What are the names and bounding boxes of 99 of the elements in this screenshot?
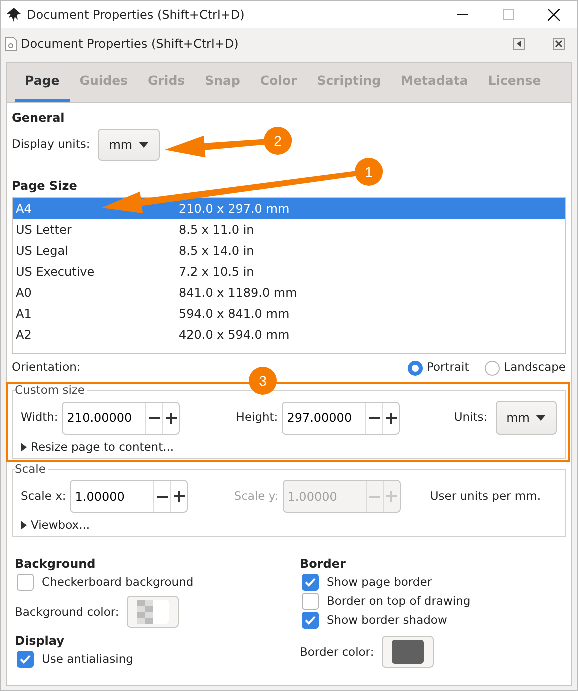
number-input[interactable]: 297.00000 — [283, 402, 366, 434]
color-swatch-icon — [392, 640, 424, 664]
minus-icon — [368, 417, 380, 419]
size-name: A1 — [16, 306, 33, 322]
size-name: A4 — [16, 200, 33, 218]
list-row[interactable]: A0 841.0 x 1189.0 mm — [13, 282, 565, 303]
checkmark-icon — [305, 578, 316, 588]
minimize-icon — [456, 14, 468, 15]
size-dimensions: 210.0 x 297.0 mm — [179, 200, 290, 218]
decrement-button[interactable] — [365, 402, 382, 434]
checkbox[interactable] — [302, 574, 319, 592]
plus-icon — [166, 412, 177, 424]
window-title: Document Properties (Shift+Ctrl+D) — [27, 6, 245, 24]
size-dimensions: 7.2 x 10.5 in — [179, 264, 254, 280]
field-label: Display units: — [12, 136, 90, 154]
checkbox[interactable] — [302, 612, 319, 630]
radio-label: Landscape — [504, 359, 566, 376]
plus-icon — [386, 412, 397, 424]
checkbox-label: Show page border — [327, 574, 432, 592]
size-name: A0 — [16, 284, 33, 302]
checkbox-label: Show border shadow — [327, 612, 448, 630]
expander-label[interactable]: Viewbox... — [31, 517, 90, 534]
expander-label[interactable]: Resize page to content... — [31, 439, 174, 456]
units-dropdown[interactable]: mm — [496, 401, 557, 435]
number-input[interactable]: 1.00000 — [71, 481, 154, 512]
number-field[interactable]: 210.00000 — [62, 402, 180, 434]
dock-icon[interactable] — [513, 38, 525, 50]
step-number-badge: 3 — [249, 367, 277, 395]
list-row[interactable]: US Letter 8.5 x 11.0 in — [13, 219, 565, 240]
size-name: US Executive — [16, 264, 96, 280]
field-label: Orientation: — [12, 359, 82, 376]
caret-icon — [536, 415, 546, 421]
field-label: Background color: — [15, 604, 120, 621]
field-label: Border color: — [300, 644, 374, 661]
step-number-badge: 1 — [355, 158, 383, 186]
radio-button[interactable] — [408, 360, 423, 376]
minus-icon — [148, 417, 160, 419]
caret-icon — [138, 142, 149, 148]
list-row[interactable]: A4 210.0 x 297.0 mm — [13, 198, 565, 219]
section-heading: General — [11, 110, 66, 127]
size-dimensions: 8.5 x 11.0 in — [179, 222, 254, 238]
close-icon — [548, 8, 560, 20]
number-field[interactable]: 297.00000 — [282, 402, 400, 434]
decrement-button[interactable] — [153, 481, 170, 512]
list-row[interactable]: A1 594.0 x 841.0 mm — [13, 303, 565, 324]
size-name: A2 — [16, 326, 33, 344]
units-note: User units per mm. — [430, 488, 541, 506]
number-input[interactable]: 210.00000 — [63, 402, 146, 434]
radio-button[interactable] — [485, 360, 500, 376]
field-label: Scale x: — [21, 488, 66, 506]
minus-icon — [156, 496, 168, 498]
section-heading: Display — [15, 633, 64, 650]
size-dimensions: 420.0 x 594.0 mm — [179, 326, 290, 344]
expander-arrow-icon — [21, 443, 27, 452]
list-row[interactable]: A2 420.0 x 594.0 mm — [13, 324, 565, 345]
radio-label: Portrait — [426, 359, 470, 376]
increment-button[interactable] — [382, 402, 400, 434]
field-label: Scale y: — [234, 488, 279, 506]
section-heading: Border — [300, 556, 346, 574]
checkmark-icon — [305, 616, 316, 626]
close-icon[interactable] — [553, 38, 565, 50]
size-dimensions: 841.0 x 1189.0 mm — [179, 284, 298, 302]
group-legend: Scale — [15, 462, 48, 476]
section-heading: Background — [15, 556, 96, 574]
checkerboard-swatch-icon — [137, 600, 170, 624]
document-icon — [5, 37, 17, 51]
checkbox[interactable] — [302, 593, 319, 610]
size-name: US Letter — [16, 222, 73, 238]
checkbox-label: Use antialiasing — [42, 651, 134, 668]
checkbox-label: Checkerboard background — [42, 574, 194, 592]
size-dimensions: 8.5 x 14.0 in — [179, 242, 254, 260]
expander-arrow-icon — [21, 521, 27, 530]
color-button[interactable] — [382, 636, 434, 668]
field-label: Units: — [454, 409, 488, 426]
size-dimensions: 594.0 x 841.0 mm — [179, 306, 290, 322]
plus-icon — [386, 491, 398, 502]
list-row[interactable]: US Executive 7.2 x 10.5 in — [13, 261, 565, 282]
color-button[interactable] — [127, 596, 180, 628]
plus-icon — [174, 491, 185, 502]
list-row[interactable]: US Legal 8.5 x 14.0 in — [13, 240, 565, 261]
section-heading: Page Size — [11, 178, 78, 195]
decrement-button[interactable] — [145, 402, 162, 434]
checkbox[interactable] — [17, 574, 34, 592]
app-logo-icon — [7, 8, 21, 22]
dialog-title: Document Properties (Shift+Ctrl+D) — [21, 36, 239, 53]
checkmark-icon — [20, 655, 31, 664]
size-name: US Legal — [16, 242, 70, 260]
field-label: Width: — [21, 409, 58, 426]
number-field[interactable]: 1.00000 — [70, 480, 188, 514]
increment-button[interactable] — [170, 481, 188, 512]
checkbox[interactable] — [17, 651, 34, 668]
minus-icon — [369, 496, 380, 498]
units-dropdown[interactable]: mm — [98, 129, 160, 161]
increment-button[interactable] — [162, 402, 180, 434]
field-label: Height: — [236, 409, 278, 426]
checkbox-label: Border on top of drawing — [327, 593, 471, 610]
maximize-icon — [502, 9, 514, 20]
tab[interactable]: Page — [15, 63, 70, 102]
step-number-badge: 2 — [264, 127, 292, 155]
